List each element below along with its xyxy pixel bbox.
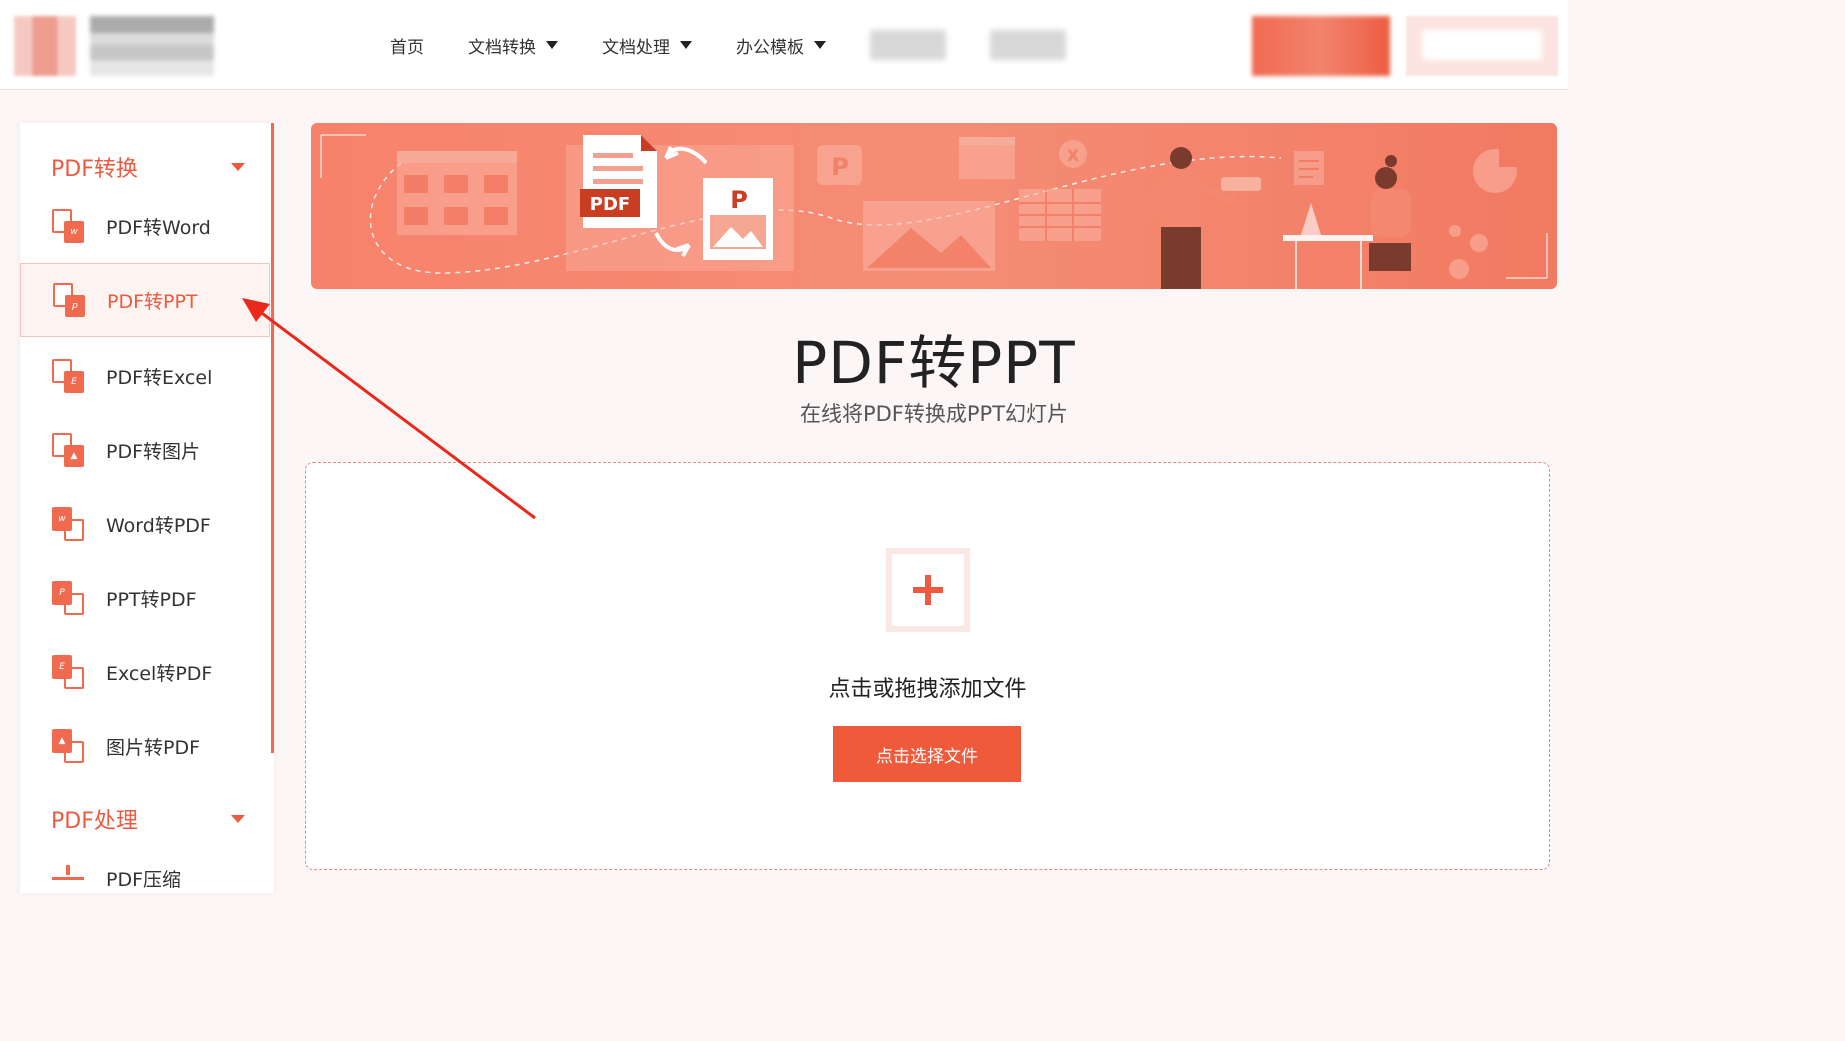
pie-chart-graphic [1449, 145, 1520, 279]
nav-home-label: 首页 [390, 37, 424, 58]
sidebar-item-label: PDF压缩 [106, 868, 182, 891]
plus-icon-bar [913, 587, 943, 593]
compress-icon [52, 865, 84, 891]
sidebar-item-excel-to-pdf[interactable]: E Excel转PDF [20, 635, 270, 709]
person-standing-graphic [1133, 147, 1261, 289]
sidebar-item-label: PDF转Excel [106, 366, 213, 389]
sidebar-category-pdf-process[interactable]: PDF处理 [51, 803, 245, 835]
svg-text:PDF: PDF [590, 194, 630, 215]
category-label: PDF转换 [51, 157, 138, 182]
hero-banner: PDF P P X [311, 123, 1557, 289]
svg-text:X: X [1067, 146, 1080, 165]
sidebar-item-word-to-pdf[interactable]: w Word转PDF [20, 487, 270, 561]
svg-text:P: P [730, 186, 748, 214]
sidebar-item-pdf-to-word[interactable]: w PDF转Word [20, 189, 270, 263]
sidebar-item-label: Excel转PDF [106, 662, 213, 685]
caret-down-icon [231, 815, 245, 823]
folder-window-graphic [397, 151, 517, 235]
banner-illustration: PDF P P X [320, 134, 1548, 289]
image-to-pdf-icon: ▲ [52, 729, 84, 763]
browser-window-graphic [959, 137, 1015, 179]
pdf-to-image-icon: ▲ [52, 433, 84, 467]
sidebar: PDF转换 w PDF转Word p PDF转PPT E PDF转Excel ▲… [20, 123, 274, 893]
logo-icon[interactable] [14, 16, 76, 76]
caret-down-icon [680, 41, 692, 49]
sidebar-item-pdf-to-ppt[interactable]: p PDF转PPT [20, 263, 270, 337]
pdf-to-ppt-icon: p [53, 283, 85, 317]
sidebar-item-pdf-to-image[interactable]: ▲ PDF转图片 [20, 413, 270, 487]
caret-down-icon [231, 163, 245, 171]
choose-file-button[interactable]: 点击选择文件 [833, 726, 1021, 782]
main-nav: 首页 文档转换 文档处理 办公模板 [390, 0, 1110, 90]
nav-doc-convert[interactable]: 文档转换 [468, 33, 558, 58]
upload-hint: 点击或拖拽添加文件 [828, 677, 1027, 702]
caret-down-icon [546, 41, 558, 49]
sidebar-item-pdf-compress[interactable]: PDF压缩 [20, 841, 270, 915]
sidebar-item-ppt-to-pdf[interactable]: P PPT转PDF [20, 561, 270, 635]
sidebar-item-label: PPT转PDF [106, 588, 197, 611]
sidebar-item-label: PDF转图片 [106, 440, 201, 463]
category-label: PDF处理 [51, 809, 138, 834]
header-button-blurred-secondary[interactable] [1406, 16, 1558, 76]
page-subtitle: 在线将PDF转换成PPT幻灯片 [799, 402, 1069, 426]
excel-to-pdf-icon: E [52, 655, 84, 689]
nav-item-blurred[interactable] [990, 30, 1066, 60]
nav-home[interactable]: 首页 [390, 33, 424, 58]
sidebar-category-pdf-convert[interactable]: PDF转换 [51, 151, 245, 183]
word-to-pdf-icon: w [52, 507, 84, 541]
logo-text-blurred[interactable] [90, 16, 214, 76]
ppt-document-graphic: P [703, 178, 773, 260]
sidebar-item-label: PDF转Word [106, 216, 211, 239]
svg-text:P: P [831, 153, 849, 181]
page-title: PDF转PPT [792, 329, 1076, 397]
nav-doc-convert-label: 文档转换 [468, 37, 536, 58]
header-button-blurred-primary[interactable] [1252, 16, 1390, 76]
nav-item-blurred[interactable] [870, 30, 946, 60]
caret-down-icon [814, 41, 826, 49]
ppt-to-pdf-icon: P [52, 581, 84, 615]
document-graphic [1294, 151, 1324, 185]
excel-grid-graphic: X [1019, 140, 1101, 241]
sidebar-item-label: PDF转PPT [107, 290, 198, 313]
sidebar-item-image-to-pdf[interactable]: ▲ 图片转PDF [20, 709, 270, 783]
sidebar-item-label: Word转PDF [106, 514, 211, 537]
ppt-small-graphic: P [817, 145, 862, 185]
image-frame-graphic [863, 201, 995, 271]
sidebar-item-label: 图片转PDF [106, 736, 201, 759]
add-file-button[interactable] [886, 548, 970, 632]
sidebar-item-pdf-to-excel[interactable]: E PDF转Excel [20, 339, 270, 413]
file-drop-zone[interactable]: 点击或拖拽添加文件 点击选择文件 [305, 462, 1550, 870]
nav-doc-process[interactable]: 文档处理 [602, 33, 692, 58]
pdf-to-word-icon: w [52, 209, 84, 243]
sidebar-scrollbar[interactable] [271, 123, 274, 753]
header: 首页 文档转换 文档处理 办公模板 [0, 0, 1568, 90]
pdf-to-excel-icon: E [52, 359, 84, 393]
nav-office-templates[interactable]: 办公模板 [736, 33, 826, 58]
nav-doc-process-label: 文档处理 [602, 37, 670, 58]
nav-office-templates-label: 办公模板 [736, 37, 804, 58]
